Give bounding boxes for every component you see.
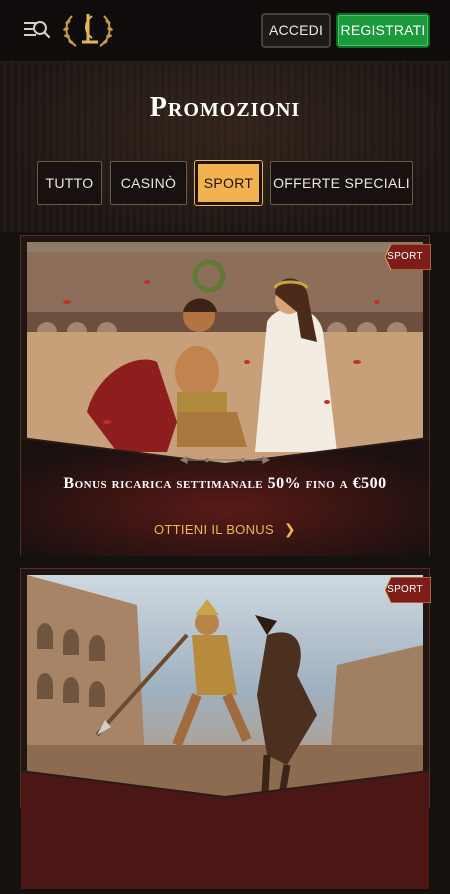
filter-tab-all[interactable]: TUTTO [37, 161, 102, 205]
brand-logo[interactable] [58, 10, 118, 52]
hero-banner [0, 62, 450, 232]
login-button[interactable]: ACCEDI [261, 13, 331, 48]
filter-tab-casino[interactable]: CASINÒ [110, 161, 187, 205]
get-bonus-link[interactable]: OTTIENI IL BONUS ❯ [21, 521, 429, 538]
category-tag-label: SPORT [387, 251, 423, 262]
get-bonus-label: OTTIENI IL BONUS [154, 522, 274, 537]
top-header: ACCEDI REGISTRATI [0, 0, 450, 62]
menu-search-icon[interactable] [22, 16, 52, 44]
promo-footer-ornament [20, 759, 430, 889]
promo-title: Bonus ricarica settimanale 50% fino a €5… [63, 475, 387, 492]
filter-tab-sport[interactable]: SPORT [195, 161, 262, 205]
register-button[interactable]: REGISTRATI [336, 13, 430, 48]
chevron-right-icon: ❯ [283, 521, 296, 537]
page-title: Promozioni [149, 92, 301, 123]
category-tag-label: SPORT [387, 584, 423, 595]
filter-tab-special-offers[interactable]: OFFERTE SPECIALI [270, 161, 413, 205]
promo-card[interactable]: SPORT Bonus ricarica settimanale 50% fin… [20, 235, 432, 556]
promo-card[interactable]: SPORT [20, 568, 432, 889]
